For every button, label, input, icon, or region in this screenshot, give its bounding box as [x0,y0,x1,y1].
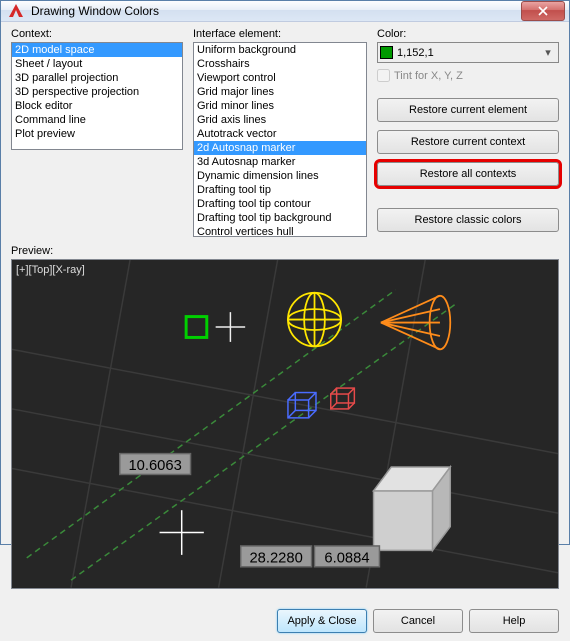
interface-item[interactable]: Drafting tool tip background [194,211,366,225]
interface-item[interactable]: Grid axis lines [194,113,366,127]
dialog-footer: Apply & Close Cancel Help [1,599,569,641]
context-item[interactable]: 2D model space [12,43,182,57]
tooltip-2a: 28.2280 [249,550,302,566]
preview-label: Preview: [11,245,559,257]
interface-item[interactable]: Control vertices hull [194,225,366,237]
interface-item[interactable]: Crosshairs [194,57,366,71]
interface-listbox[interactable]: Uniform backgroundCrosshairsViewport con… [193,42,367,237]
context-item[interactable]: Command line [12,113,182,127]
color-swatch-icon [380,46,393,59]
tint-checkbox [377,69,390,82]
interface-item[interactable]: 3d Autosnap marker [194,155,366,169]
viewport-control-label[interactable]: [+][Top][X-ray] [16,264,85,276]
context-item[interactable]: Plot preview [12,127,182,141]
context-listbox[interactable]: 2D model spaceSheet / layout3D parallel … [11,42,183,150]
context-item[interactable]: 3D parallel projection [12,71,182,85]
interface-item[interactable]: Viewport control [194,71,366,85]
interface-label: Interface element: [193,28,367,40]
chevron-down-icon: ▾ [540,46,556,59]
color-dropdown[interactable]: 1,152,1 ▾ [377,42,559,63]
interface-item[interactable]: Drafting tool tip [194,183,366,197]
restore-element-button[interactable]: Restore current element [377,98,559,122]
app-logo-icon [7,2,25,20]
interface-item[interactable]: Grid minor lines [194,99,366,113]
restore-all-contexts-button[interactable]: Restore all contexts [377,162,559,186]
preview-area: [+][Top][X-ray] [11,259,559,589]
interface-item[interactable]: Dynamic dimension lines [194,169,366,183]
context-item[interactable]: Block editor [12,99,182,113]
tint-row: Tint for X, Y, Z [377,69,559,82]
interface-item[interactable]: Drafting tool tip contour [194,197,366,211]
preview-canvas: 10.6063 28.2280 6.0884 [12,260,558,588]
window-title: Drawing Window Colors [31,4,521,18]
close-button[interactable] [521,1,565,21]
interface-item[interactable]: Autotrack vector [194,127,366,141]
context-item[interactable]: 3D perspective projection [12,85,182,99]
context-label: Context: [11,28,183,40]
cancel-button[interactable]: Cancel [373,609,463,633]
titlebar[interactable]: Drawing Window Colors [1,1,569,22]
tint-label: Tint for X, Y, Z [394,70,463,82]
dialog-window: Drawing Window Colors Context: 2D model … [0,0,570,545]
dialog-content: Context: 2D model spaceSheet / layout3D … [1,22,569,599]
color-value: 1,152,1 [397,47,540,59]
apply-close-button[interactable]: Apply & Close [277,609,367,633]
tooltip-2b: 6.0884 [324,550,369,566]
restore-context-button[interactable]: Restore current context [377,130,559,154]
help-button[interactable]: Help [469,609,559,633]
tooltip-1: 10.6063 [128,458,181,474]
interface-item[interactable]: 2d Autosnap marker [194,141,366,155]
interface-item[interactable]: Grid major lines [194,85,366,99]
context-item[interactable]: Sheet / layout [12,57,182,71]
interface-item[interactable]: Uniform background [194,43,366,57]
color-label: Color: [377,28,559,40]
restore-classic-colors-button[interactable]: Restore classic colors [377,208,559,232]
